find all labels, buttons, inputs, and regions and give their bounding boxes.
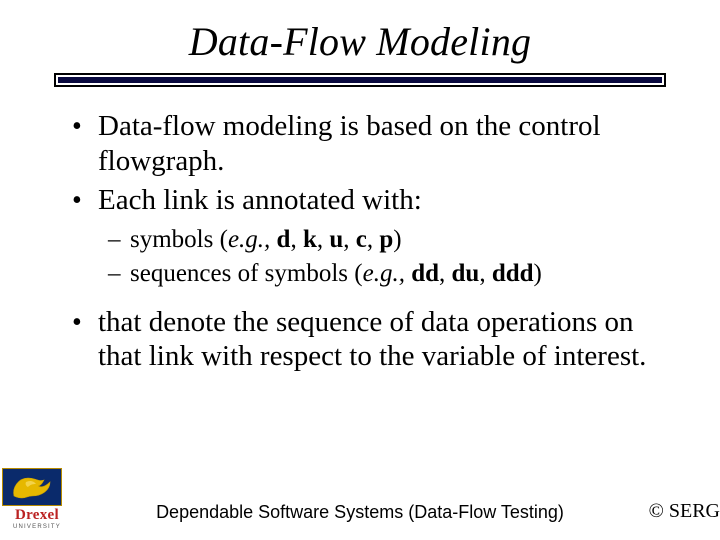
sub-bullet-marker: – <box>108 258 130 291</box>
text: ) <box>393 226 401 253</box>
symbol-u: u <box>329 226 343 253</box>
slide-footer: Drexel UNIVERSITY Dependable Software Sy… <box>0 477 720 533</box>
title-rule <box>54 73 666 87</box>
text: ) <box>534 260 542 287</box>
bullet-text: that denote the sequence of data operati… <box>98 305 682 375</box>
sub-bullet-item: – sequences of symbols (e.g., dd, du, dd… <box>108 258 682 291</box>
text: , <box>317 226 330 253</box>
text: , <box>290 226 303 253</box>
bullet-marker: • <box>72 183 98 218</box>
footer-copyright: © SERG <box>649 500 720 523</box>
sub-bullet-list: – symbols (e.g., d, k, u, c, p) – sequen… <box>108 224 682 291</box>
title-rule-fill <box>58 77 662 83</box>
bullet-marker: • <box>72 109 98 144</box>
text: symbols ( <box>130 226 228 253</box>
text: , <box>479 260 492 287</box>
sub-bullet-text: symbols (e.g., d, k, u, c, p) <box>130 224 402 257</box>
text: , <box>367 226 380 253</box>
dragon-icon <box>2 468 62 506</box>
bullet-text: Data-flow modeling is based on the contr… <box>98 109 682 179</box>
eg-italic: e.g., <box>363 260 405 287</box>
symbol-p: p <box>379 226 393 253</box>
bullet-text: Each link is annotated with: <box>98 183 682 218</box>
logo-subtext: UNIVERSITY <box>2 524 72 530</box>
text: , <box>439 260 452 287</box>
text: sequences of symbols ( <box>130 260 363 287</box>
symbol-du: du <box>452 260 480 287</box>
text: , <box>343 226 356 253</box>
bullet-item: • Each link is annotated with: <box>72 183 682 218</box>
sub-bullet-marker: – <box>108 224 130 257</box>
sub-bullet-text: sequences of symbols (e.g., dd, du, ddd) <box>130 258 542 291</box>
symbol-k: k <box>303 226 317 253</box>
sub-bullet-item: – symbols (e.g., d, k, u, c, p) <box>108 224 682 257</box>
slide-body: • Data-flow modeling is based on the con… <box>28 109 692 374</box>
bullet-item: • Data-flow modeling is based on the con… <box>72 109 682 179</box>
slide-title: Data-Flow Modeling <box>28 18 692 65</box>
symbol-d: d <box>277 226 291 253</box>
footer-center-text: Dependable Software Systems (Data-Flow T… <box>0 502 720 523</box>
symbol-dd: dd <box>411 260 439 287</box>
bullet-item: • that denote the sequence of data opera… <box>72 305 682 375</box>
symbol-c: c <box>356 226 367 253</box>
eg-italic: e.g., <box>228 226 270 253</box>
bullet-marker: • <box>72 305 98 340</box>
slide: Data-Flow Modeling • Data-flow modeling … <box>0 0 720 540</box>
symbol-ddd: ddd <box>492 260 534 287</box>
